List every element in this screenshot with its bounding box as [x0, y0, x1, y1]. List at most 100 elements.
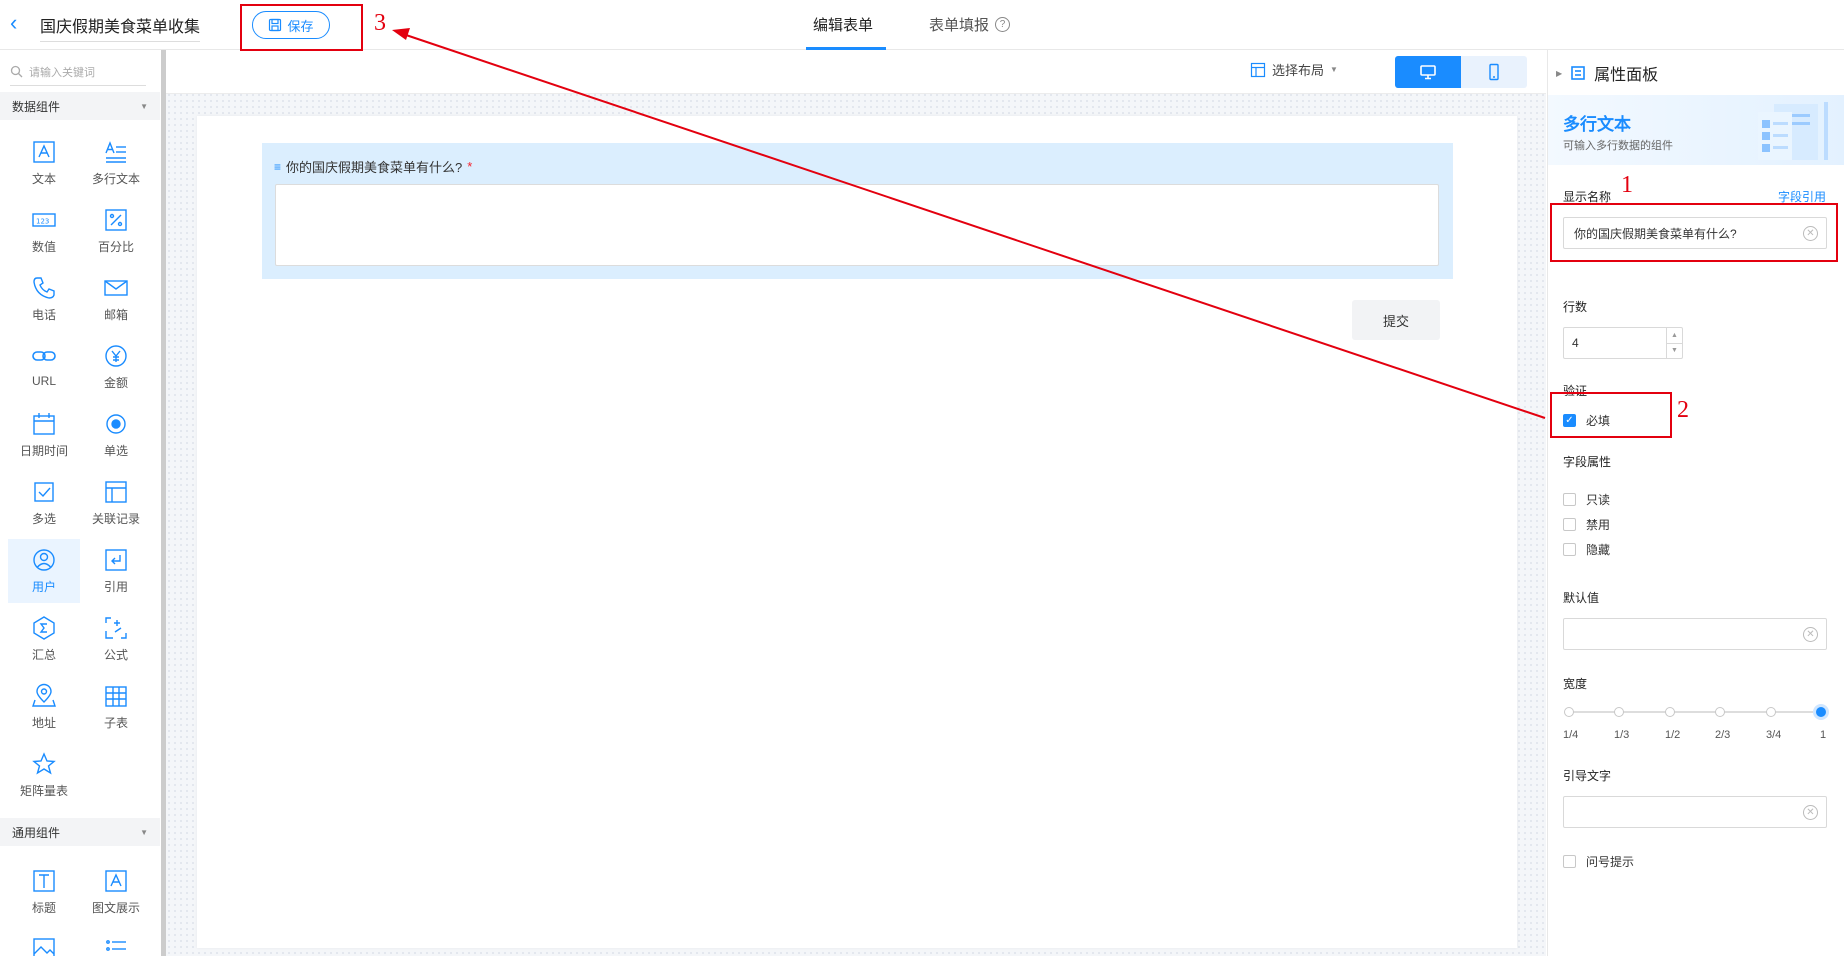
group-title: 通用组件	[12, 825, 61, 840]
component-search[interactable]: 请输入关键词	[10, 58, 146, 86]
list-icon	[103, 936, 129, 956]
slider-handle[interactable]	[1813, 704, 1829, 720]
rows-value: 4	[1572, 336, 1579, 350]
component-amount[interactable]: 金额	[80, 335, 152, 399]
search-icon	[10, 65, 23, 78]
multiline-textarea[interactable]	[275, 184, 1439, 266]
default-value-input[interactable]: ✕	[1563, 618, 1827, 650]
component-url[interactable]: URL	[8, 335, 80, 399]
desktop-view-button[interactable]	[1395, 56, 1461, 88]
component-number[interactable]: 123 数值	[8, 199, 80, 263]
checkbox-icon[interactable]	[1563, 543, 1576, 556]
component-percent[interactable]: 百分比	[80, 199, 152, 263]
component-formula[interactable]: 公式	[80, 607, 152, 671]
annotation-box-display-name	[1550, 203, 1838, 262]
multiline-text-icon: ≡	[274, 159, 282, 174]
component-user[interactable]: 用户	[8, 539, 80, 603]
component-reference[interactable]: 引用	[80, 539, 152, 603]
slider-stop[interactable]	[1564, 707, 1574, 717]
component-title[interactable]: 标题	[8, 860, 80, 924]
group-data-components[interactable]: 数据组件 ▼	[0, 92, 160, 120]
stepper-up-icon[interactable]: ▲	[1667, 328, 1682, 344]
device-toggle	[1395, 56, 1527, 88]
default-value-label: 默认值	[1563, 591, 1600, 605]
disabled-checkbox[interactable]: 禁用	[1563, 516, 1610, 533]
tooltip-label: 问号提示	[1586, 855, 1635, 869]
tab-form-fill-label: 表单填报	[929, 17, 990, 34]
clear-icon[interactable]: ✕	[1803, 627, 1818, 642]
checkbox-icon[interactable]	[1563, 493, 1576, 506]
rows-number-input[interactable]: 4 ▲ ▼	[1563, 327, 1683, 359]
layout-select-label: 选择布局	[1272, 63, 1325, 78]
sum-icon	[31, 615, 57, 641]
component-type-description: 可输入多行数据的组件	[1563, 140, 1673, 152]
location-icon	[31, 683, 57, 709]
back-chevron-icon[interactable]: ‹	[10, 12, 30, 34]
link-icon	[31, 343, 57, 369]
subtable-icon	[103, 683, 129, 709]
component-list[interactable]	[80, 928, 152, 956]
component-summary[interactable]: 汇总	[8, 607, 80, 671]
component-address[interactable]: 地址	[8, 675, 80, 739]
clear-icon[interactable]: ✕	[1803, 805, 1818, 820]
width-slider[interactable]	[1564, 704, 1829, 720]
tab-edit-form[interactable]: 编辑表单	[813, 14, 873, 35]
slider-track[interactable]	[1569, 711, 1821, 713]
field-label: ≡ 你的国庆假期美食菜单有什么? *	[274, 157, 472, 176]
slider-stop[interactable]	[1715, 707, 1725, 717]
question-icon[interactable]: ?	[995, 17, 1011, 32]
layout-select[interactable]: 选择布局 ▼	[1250, 60, 1338, 79]
width-option: 1/2	[1665, 729, 1681, 741]
properties-panel-header[interactable]: ▶ 属性面板	[1556, 61, 1658, 85]
document-illustration-icon	[1758, 102, 1828, 160]
group-title: 数据组件	[12, 99, 61, 114]
component-image[interactable]	[8, 928, 80, 956]
annotation-number-3: 3	[374, 10, 386, 36]
text-icon	[31, 139, 57, 165]
image-text-icon	[103, 868, 129, 894]
form-title[interactable]: 国庆假期美食菜单收集	[40, 13, 201, 42]
component-multi-select[interactable]: 多选	[8, 471, 80, 535]
checkbox-icon[interactable]	[1563, 855, 1576, 868]
image-icon	[31, 936, 57, 956]
title-icon	[31, 868, 57, 894]
hint-text-input[interactable]: ✕	[1563, 796, 1827, 828]
readonly-checkbox[interactable]: 只读	[1563, 491, 1610, 508]
component-related-record[interactable]: 关联记录	[80, 471, 152, 535]
field-label-text: 你的国庆假期美食菜单有什么?	[286, 160, 463, 175]
checkbox-icon[interactable]	[1563, 518, 1576, 531]
caret-down-icon: ▼	[140, 827, 148, 837]
reference-icon	[103, 547, 129, 573]
slider-stop[interactable]	[1665, 707, 1675, 717]
rows-stepper[interactable]: ▲ ▼	[1666, 328, 1682, 358]
panel-title: 属性面板	[1594, 67, 1659, 84]
stepper-down-icon[interactable]: ▼	[1667, 344, 1682, 359]
component-multiline-text[interactable]: 多行文本	[80, 131, 152, 195]
component-mail[interactable]: 邮箱	[80, 267, 152, 331]
percent-icon	[103, 207, 129, 233]
checkbox-icon	[31, 479, 57, 505]
component-image-text[interactable]: 图文展示	[80, 860, 152, 924]
layout-icon	[1250, 62, 1266, 77]
user-icon	[31, 547, 57, 573]
width-option: 1/4	[1563, 729, 1579, 741]
submit-button[interactable]: 提交	[1352, 300, 1440, 340]
component-phone[interactable]: 电话	[8, 267, 80, 331]
component-matrix-scale[interactable]: 矩阵量表	[8, 743, 80, 807]
slider-stop[interactable]	[1766, 707, 1776, 717]
hint-text-label: 引导文字	[1563, 769, 1612, 783]
slider-stop[interactable]	[1614, 707, 1624, 717]
tab-form-fill[interactable]: 表单填报 ?	[929, 14, 1011, 35]
component-single-select[interactable]: 单选	[80, 403, 152, 467]
hidden-checkbox[interactable]: 隐藏	[1563, 541, 1610, 558]
search-placeholder: 请输入关键词	[29, 66, 95, 79]
readonly-label: 只读	[1586, 493, 1611, 507]
component-subtable[interactable]: 子表	[80, 675, 152, 739]
component-text[interactable]: 文本	[8, 131, 80, 195]
group-general-components[interactable]: 通用组件 ▼	[0, 818, 160, 846]
component-datetime[interactable]: 日期时间	[8, 403, 80, 467]
tooltip-checkbox[interactable]: 问号提示	[1563, 853, 1634, 870]
mobile-icon	[1489, 63, 1499, 81]
mobile-view-button[interactable]	[1461, 56, 1527, 88]
annotation-box-save	[240, 4, 363, 51]
